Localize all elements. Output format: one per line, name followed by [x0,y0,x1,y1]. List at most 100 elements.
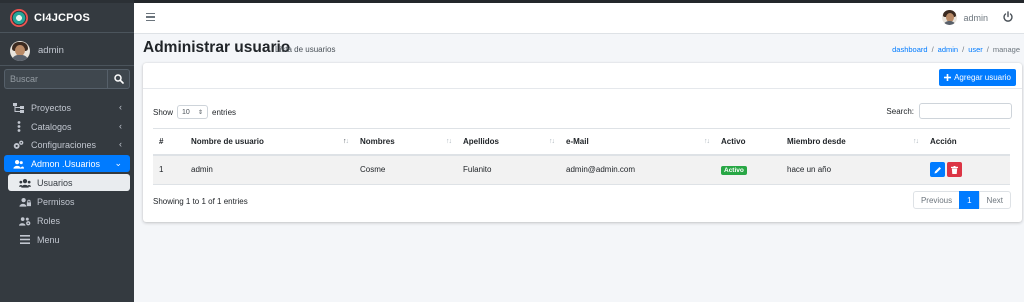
power-off-icon[interactable] [1002,11,1014,23]
avatar [10,40,30,61]
pencil-icon [934,166,941,174]
entries-label: entries [212,107,237,117]
sort-icon: ↑↓ [549,138,555,145]
cell-activo: Activo [715,154,781,185]
topbar-dark-line [134,0,1024,3]
breadcrumb-separator: / [931,45,934,54]
card-header: Agregar usuario [143,63,1022,89]
breadcrumb-item-admin[interactable]: admin [938,45,958,54]
column-label: Nombres [360,136,395,146]
cell-num: 1 [153,154,185,185]
column-label: Nombre de usuario [191,136,264,146]
column-header-nombres[interactable]: Nombres ↑↓ [354,128,457,156]
brand-link[interactable]: CI4JCPOS [0,3,134,33]
add-user-label: Agregar usuario [954,73,1011,82]
column-header-accion: Acción [924,128,1010,156]
sidebar-item-label: Proyectos [31,102,72,113]
pagination-previous[interactable]: Previous [912,191,961,209]
column-label: e-Mail [566,136,589,146]
column-header-activo[interactable]: Activo [715,128,781,156]
top-navbar [134,0,1024,34]
sidebar-subitem-menu[interactable]: Menu [8,231,130,248]
page-length-value: 10 [182,108,190,116]
chevron-left-icon: ‹ [119,139,122,149]
cell-username: admin [185,154,354,185]
bars-icon [19,234,31,245]
breadcrumb: dashboard / admin / user / manage [892,45,1020,54]
column-label: # [159,136,164,146]
edit-button[interactable] [930,162,945,178]
cogs-icon [13,139,24,150]
page-length-control: Show 10 ⇕ entries [153,105,236,119]
avatar [942,10,958,25]
column-header-apellidos[interactable]: Apellidos ↑↓ [457,128,560,156]
user-panel[interactable]: admin [0,36,134,66]
sidebar-subitem-roles[interactable]: Roles [8,212,130,229]
sidebar-item-label: Admon .Usuarios [31,158,101,169]
plus-icon [944,74,952,81]
cell-nombres: Cosme [354,154,457,185]
chevron-left-icon: ‹ [119,102,122,112]
pagination-page-1[interactable]: 1 [959,191,980,209]
sidebar-subitem-label: Roles [37,215,61,226]
sidebar-item-admon-usuarios[interactable]: Admon .Usuarios ⌄ [4,155,130,172]
top-user-name[interactable]: admin [963,13,988,23]
delete-button[interactable] [947,162,962,178]
hamburger-menu-icon[interactable] [146,13,155,21]
page-length-select[interactable]: 10 ⇕ [177,105,209,119]
chevron-down-icon: ⌄ [114,158,122,168]
sidebar-search [4,69,130,89]
breadcrumb-item-manage: manage [992,45,1020,54]
sidebar-subitem-label: Usuarios [37,177,73,188]
column-header-num[interactable]: # [153,128,185,156]
table-search: Search: [886,103,1012,119]
column-label: Activo [721,136,746,146]
sidebar-subitem-usuarios[interactable]: Usuarios [8,174,130,191]
page-subtitle: Lista de usuarios [275,45,336,54]
sidebar-item-proyectos[interactable]: Proyectos ‹ [4,99,130,116]
column-label: Miembro desde [787,136,846,146]
sidebar-user-name[interactable]: admin [38,45,64,56]
sidebar-item-catalogos[interactable]: Catalogos ‹ [4,118,130,135]
sidebar-item-configuraciones[interactable]: Configuraciones ‹ [4,136,130,153]
sort-icon: ↑↓ [913,138,919,145]
top-user-menu[interactable]: admin [942,10,988,25]
column-header-username[interactable]: Nombre de usuario ↑↓ [185,128,354,156]
users-table: # Nombre de usuario ↑↓ Nombres ↑↓ Apellido… [153,128,1010,185]
brand-logo-icon [10,8,28,27]
row-actions [930,162,962,178]
column-header-email[interactable]: e-Mail ↑↓ [560,128,715,156]
breadcrumb-item-user[interactable]: user [968,45,983,54]
cell-apellidos: Fulanito [457,154,560,185]
users-cog-icon [19,215,31,226]
sort-icon: ↑↓ [704,138,710,145]
sort-icon: ↑↓ [446,138,452,145]
chevron-left-icon: ‹ [119,121,122,131]
table-search-label: Search: [886,106,914,116]
sidebar-search-input[interactable] [4,69,107,89]
sidebar-subitem-permisos[interactable]: Permisos [8,193,130,210]
add-user-button[interactable]: Agregar usuario [939,69,1016,86]
user-lock-icon [19,196,31,207]
column-label: Apellidos [463,136,500,146]
sort-icon: ↑↓ [343,138,349,145]
sitemap-icon [13,102,24,113]
sidebar-item-label: Catalogos [31,121,72,132]
sidebar-search-button[interactable] [107,69,130,89]
trash-icon [951,165,958,174]
search-icon [113,74,124,84]
column-header-miembro[interactable]: Miembro desde ↑↓ [781,128,924,156]
page-title: Administrar usuario [143,39,291,56]
breadcrumb-item-dashboard[interactable]: dashboard [892,45,927,54]
breadcrumb-separator: / [986,45,989,54]
sidebar-subitem-label: Menu [37,234,60,245]
pagination-next[interactable]: Next [978,191,1011,209]
column-label: Acción [930,136,957,146]
status-badge: Activo [721,166,747,176]
cell-accion [924,154,1010,185]
table-search-input[interactable] [919,103,1012,119]
sidebar: CI4JCPOS admin Proyectos ‹ Catalogos ‹ C… [0,0,134,302]
sidebar-subitem-label: Permisos [37,196,75,207]
cell-email: admin@admin.com [560,154,715,185]
brand-text: CI4JCPOS [34,11,91,24]
